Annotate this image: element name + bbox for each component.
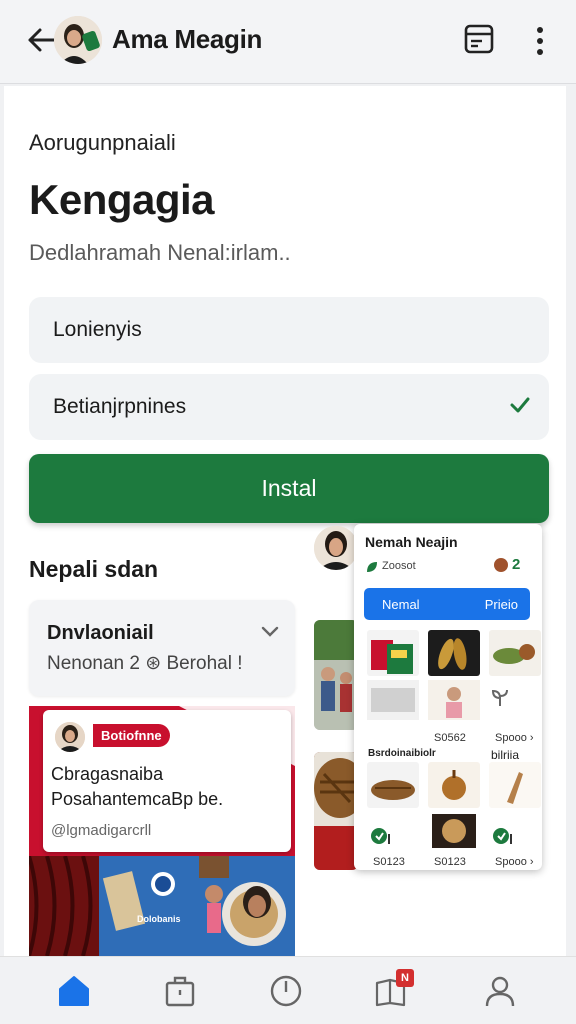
section-title: Nepali sdan [29, 556, 159, 582]
product-image [367, 630, 419, 676]
promo-tag: Botiofnne [93, 724, 170, 747]
promo-line-2: PosahantemcaBp be. [51, 789, 224, 809]
info-card[interactable]: Dnvlaoniail Nenonan 2 ⊛ Berohal ! [29, 600, 295, 696]
more-vert-icon[interactable] [530, 24, 550, 58]
preview-mini-avatar [494, 558, 508, 572]
preview-name: Nemah Neajin [365, 534, 458, 550]
product-thumbnail [428, 680, 480, 720]
product-image [367, 762, 419, 808]
preview-item-3[interactable]: Spooo › [489, 630, 541, 744]
install-button-label: Instal [261, 475, 317, 501]
product-image [428, 630, 480, 676]
profile-preview-card[interactable]: Nemah Neajin Zoosot 2 Nemal Prieio S0562… [354, 524, 542, 870]
bottom-navigation: N [0, 956, 576, 1024]
avatar[interactable] [54, 16, 102, 64]
product-thumbnail [367, 680, 419, 720]
preview-item-4[interactable]: S0123 [367, 762, 419, 870]
promo-line-1: Cbragasnaiba [51, 764, 164, 784]
preview-tab-bar: Nemal Prieio [364, 588, 530, 620]
product-image [489, 762, 541, 808]
check-icon [510, 397, 530, 413]
item-price: S0123 [434, 856, 466, 868]
promo-avatar [53, 720, 87, 754]
preview-stat: Zoosot [382, 560, 416, 572]
preview-item-2[interactable]: S0562 [428, 630, 480, 744]
promo-line-3: @lgmadigarcrll [51, 822, 152, 839]
promo-logo-text: Dolobanis [137, 914, 181, 924]
first-field-value: Lonienyis [53, 318, 142, 341]
install-button[interactable]: Instal [29, 454, 549, 523]
item-price: Spooo › [495, 732, 534, 744]
briefcase-icon[interactable] [160, 971, 200, 1011]
info-card-title: Dnvlaoniail [47, 622, 154, 644]
promo-tile[interactable]: Botiofnne Cbragasnaiba PosahantemcaBp be… [29, 706, 295, 956]
product-thumbnail [432, 814, 476, 848]
top-app-bar: Ama Meagin [0, 0, 576, 84]
second-field[interactable]: Betianjrpnines [29, 374, 549, 440]
promo-card: Botiofnne Cbragasnaiba PosahantemcaBp be… [43, 710, 291, 852]
leaf-icon [493, 828, 512, 844]
subline-text: Dedlahramah Nenal:irlam.. [29, 240, 291, 265]
item-price: S0123 [373, 856, 405, 868]
page-headline: Kengagia [29, 176, 215, 223]
preview-item-1[interactable] [367, 630, 419, 740]
leaf-icon [367, 562, 377, 572]
app-title: Ama Meagin [112, 24, 263, 54]
chevron-down-icon[interactable] [261, 626, 279, 638]
overline-text: Aorugunpnaiali [29, 130, 176, 155]
preview-caption-1: Bsrdoinaibiolr [368, 748, 436, 759]
app-screen: Ama Meagin Aorugunpnaiali Kengagia Dedla… [0, 0, 576, 1024]
item-price: Spooo › [495, 856, 534, 868]
product-image [489, 630, 541, 676]
leaf-icon [371, 828, 390, 844]
item-price: S0562 [434, 732, 466, 744]
preview-caption-3: bilriia [491, 748, 520, 762]
preview-side-avatar [314, 526, 358, 570]
nav-news[interactable]: N [372, 969, 414, 1011]
preview-tab-2[interactable]: Prieio [485, 597, 518, 612]
home-icon[interactable] [54, 971, 94, 1011]
sprout-icon [491, 689, 508, 706]
preview-tab-1[interactable]: Nemal [382, 597, 420, 612]
profile-icon[interactable] [480, 971, 520, 1011]
second-field-value: Betianjrpnines [53, 395, 187, 418]
product-image [428, 762, 480, 808]
promo-illustration [29, 856, 295, 956]
info-card-subtitle: Nenonan 2 ⊛ Berohal ! [47, 653, 243, 674]
preview-item-6[interactable]: Spooo › [489, 762, 541, 870]
notification-badge: N [396, 969, 414, 987]
first-field[interactable]: Lonienyis [29, 297, 549, 363]
side-photo-food [314, 752, 358, 870]
calendar-icon[interactable] [462, 22, 496, 56]
timer-icon[interactable] [266, 971, 306, 1011]
back-arrow-icon[interactable] [26, 24, 56, 56]
preview-badge-number: 2 [512, 556, 521, 573]
preview-item-5[interactable]: S0123 [428, 762, 480, 870]
side-photo-people [314, 620, 358, 730]
